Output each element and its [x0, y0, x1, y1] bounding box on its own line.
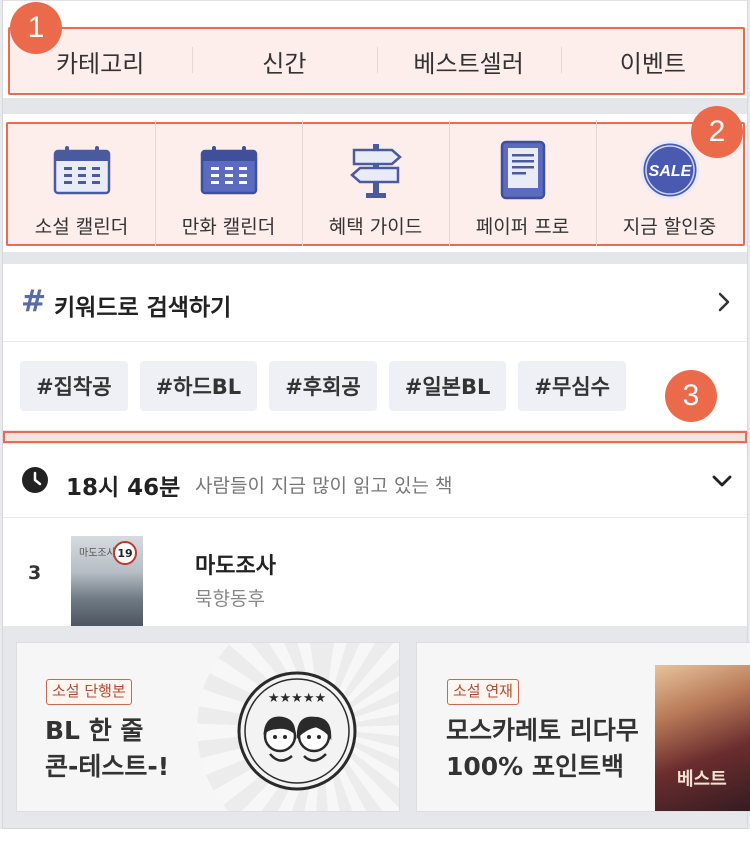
banner-category-tag: 소설 단행본	[46, 679, 132, 705]
sale-icon: SALE	[638, 138, 702, 202]
banner-category-tag: 소설 연재	[447, 679, 519, 705]
banner-title-line: BL 한 줄	[45, 716, 144, 745]
sale-badge-text: SALE	[648, 163, 692, 180]
ereader-icon	[491, 138, 555, 202]
keyword-search-header[interactable]: # 키워드로 검색하기	[3, 264, 747, 342]
highlight-box-3	[3, 431, 747, 443]
age-rating-badge: 19	[113, 541, 137, 565]
app-screen: 카테고리 신간 베스트셀러 이벤트 소설 캘린더 만화 캘린더 혜택 가이드 페…	[0, 0, 750, 846]
annotation-badge-3: 3	[665, 370, 717, 422]
clock-icon	[22, 467, 48, 493]
banner-title: BL 한 줄 콘-테스트-!	[45, 713, 169, 785]
shortcut-comic-calendar[interactable]: 만화 캘린더	[155, 120, 302, 246]
book-author: 묵향동후	[195, 588, 265, 610]
chevron-down-icon[interactable]	[711, 474, 733, 488]
shortcut-benefit-guide[interactable]: 혜택 가이드	[302, 120, 449, 246]
shortcut-label: 소설 캘린더	[34, 216, 129, 238]
keyword-tag[interactable]: #하드BL	[139, 361, 258, 411]
cover-title: 마도조사	[79, 548, 116, 559]
banner-book-cover: 베스트	[655, 665, 750, 811]
calendar-icon	[197, 138, 261, 202]
now-reading-section: 18시 46분 사람들이 지금 많이 읽고 있는 책 3 마도조사 19 마도조…	[3, 444, 747, 626]
annotation-badge-2: 2	[691, 106, 743, 158]
keyword-search-section: # 키워드로 검색하기 #집착공 #하드BL #후회공 #일본BL #무심수	[3, 264, 747, 430]
keyword-tag[interactable]: #집착공	[20, 361, 128, 411]
now-reading-header[interactable]: 18시 46분 사람들이 지금 많이 읽고 있는 책	[3, 444, 747, 518]
banner-title-line: 콘-테스트-!	[45, 752, 170, 781]
banner-title-line: 100% 포인트백	[446, 752, 624, 781]
section-divider	[3, 430, 747, 444]
cover-title: 베스트	[677, 769, 727, 790]
banner-title: 모스카레토 리다무 100% 포인트백	[446, 713, 639, 785]
shortcut-menu: 소설 캘린더 만화 캘린더 혜택 가이드 페이퍼 프로 SALE 지금 할인중	[3, 114, 747, 252]
bottom-margin	[0, 829, 750, 846]
promo-banner-contest[interactable]: 소설 단행본 BL 한 줄 콘-테스트-! ★★★★★	[16, 642, 400, 812]
promo-banner-pointback[interactable]: 소설 연재 모스카레토 리다무 100% 포인트백 베스트	[416, 642, 750, 812]
nav-item-event[interactable]: 이벤트	[560, 44, 745, 79]
shortcut-label: 혜택 가이드	[328, 216, 423, 238]
current-time: 18시 46분	[66, 475, 181, 501]
keyword-tag[interactable]: #일본BL	[388, 361, 507, 411]
top-navigation: 카테고리 신간 베스트셀러 이벤트	[3, 0, 747, 98]
nav-item-new[interactable]: 신간	[192, 44, 376, 79]
shortcut-label: 페이퍼 프로	[475, 216, 570, 238]
shortcut-paper-pro[interactable]: 페이퍼 프로	[449, 120, 596, 246]
shortcut-novel-calendar[interactable]: 소설 캘린더	[8, 124, 155, 244]
shortcut-label: 지금 할인중	[622, 216, 717, 238]
banner-title-line: 모스카레토 리다무	[446, 716, 639, 745]
chevron-right-icon	[718, 292, 730, 312]
book-title[interactable]: 마도조사	[195, 548, 276, 580]
hash-icon: #	[21, 284, 47, 319]
section-divider	[3, 98, 747, 114]
signpost-icon	[344, 138, 408, 202]
promo-banner-area: 소설 단행본 BL 한 줄 콘-테스트-! ★★★★★ 소설 연재 모스카레토 …	[3, 626, 750, 828]
shortcut-label: 만화 캘린더	[181, 216, 276, 238]
keyword-search-title: 키워드로 검색하기	[54, 295, 232, 321]
keyword-tag[interactable]: #무심수	[518, 361, 626, 411]
annotation-badge-1: 1	[10, 2, 62, 54]
now-reading-description: 사람들이 지금 많이 읽고 있는 책	[195, 475, 453, 497]
calendar-icon	[50, 138, 114, 202]
keyword-tag-list: #집착공 #하드BL #후회공 #일본BL #무심수	[20, 361, 626, 411]
book-cover[interactable]: 마도조사 19	[71, 536, 143, 626]
book-rank: 3	[28, 562, 42, 584]
couple-stamp-illustration: ★★★★★	[237, 671, 357, 791]
stamp-stars: ★★★★★	[268, 691, 326, 706]
keyword-tag[interactable]: #후회공	[269, 361, 377, 411]
section-divider	[3, 252, 747, 264]
nav-item-bestseller[interactable]: 베스트셀러	[376, 44, 561, 79]
